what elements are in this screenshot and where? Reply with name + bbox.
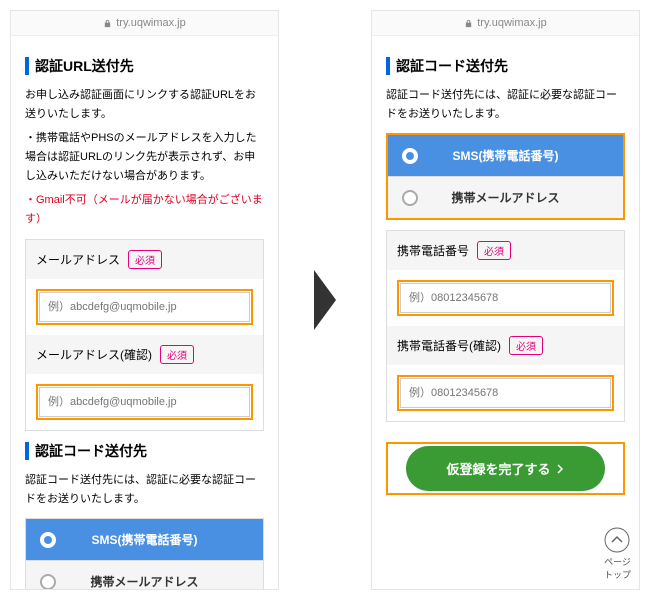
radio-circle-icon [402,148,418,164]
email-label: メールアドレス [36,251,120,268]
lock-icon [464,19,473,28]
url-bar: try.uqwimax.jp [372,11,639,36]
section-title-auth-code: 認証コード送付先 [386,56,625,76]
phone-label: 携帯電話番号 [397,242,469,259]
highlight-box [397,375,614,411]
description-text: ・携帯電話やPHSのメールアドレスを入力した場合は認証URLのリンク先が表示され… [25,129,264,185]
section-title-auth-code: 認証コード送付先 [25,441,264,461]
email-confirm-label: メールアドレス(確認) [36,346,152,363]
required-badge: 必須 [509,336,543,355]
submit-button[interactable]: 仮登録を完了する [406,446,604,491]
screen-left: try.uqwimax.jp 認証URL送付先 お申し込み認証画面にリンクする認… [10,10,279,590]
description-text: 認証コード送付先には、認証に必要な認証コードをお送りいたします。 [386,86,625,123]
description-text: 認証コード送付先には、認証に必要な認証コードをお送りいたします。 [25,471,264,508]
phone-confirm-label: 携帯電話番号(確認) [397,337,501,354]
required-badge: 必須 [128,250,162,269]
delivery-radio-group: SMS(携帯電話番号) 携帯メールアドレス [386,133,625,220]
highlight-box [36,289,253,325]
radio-circle-icon [402,190,418,206]
phone-field-group: 携帯電話番号必須 携帯電話番号(確認)必須 [386,230,625,422]
screen-right: try.uqwimax.jp 認証コード送付先 認証コード送付先には、認証に必要… [371,10,640,590]
email-field-group: メールアドレス必須 メールアドレス(確認)必須 [25,239,264,431]
required-badge: 必須 [477,241,511,260]
page-top-button[interactable]: ページ トップ [604,527,631,581]
phone-confirm-input[interactable] [400,378,611,408]
radio-circle-icon [40,532,56,548]
radio-option-mail[interactable]: 携帯メールアドレス [26,561,263,590]
url-bar: try.uqwimax.jp [11,11,278,36]
url-text: try.uqwimax.jp [116,17,185,29]
radio-option-sms[interactable]: SMS(携帯電話番号) [388,135,623,176]
highlight-box: 仮登録を完了する [386,442,625,495]
url-text: try.uqwimax.jp [477,17,546,29]
highlight-box [36,384,253,420]
required-badge: 必須 [160,345,194,364]
chevron-right-icon [557,464,565,474]
warning-text: ・Gmail不可（メールが届かない場合がございます） [25,191,264,228]
two-screen-diagram: try.uqwimax.jp 認証URL送付先 お申し込み認証画面にリンクする認… [0,0,650,600]
delivery-radio-group: SMS(携帯電話番号) 携帯メールアドレス [25,518,264,590]
chevron-up-circle-icon [604,527,630,553]
radio-option-mail[interactable]: 携帯メールアドレス [388,177,623,218]
phone-input[interactable] [400,283,611,313]
highlight-box [397,280,614,316]
email-confirm-input[interactable] [39,387,250,417]
lock-icon [103,19,112,28]
email-input[interactable] [39,292,250,322]
arrow-between-icon [314,270,336,330]
radio-circle-icon [40,574,56,590]
radio-option-sms[interactable]: SMS(携帯電話番号) [26,519,263,560]
section-title-auth-url: 認証URL送付先 [25,56,264,76]
description-text: お申し込み認証画面にリンクする認証URLをお送りいたします。 [25,86,264,123]
